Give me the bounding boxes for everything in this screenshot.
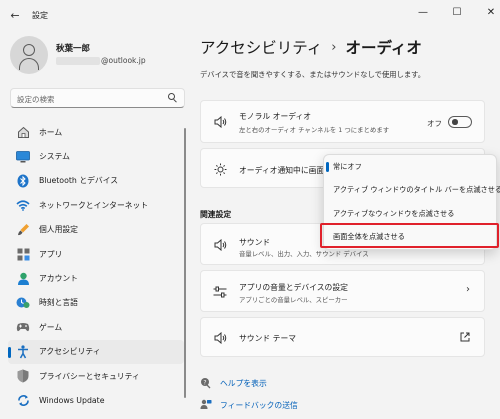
user-profile[interactable]: 秋葉一郎 @outlook.jp <box>10 36 190 76</box>
shield-icon <box>16 369 30 383</box>
open-external-icon <box>460 332 470 344</box>
sidebar-item-label: Bluetooth とデバイス <box>39 176 119 186</box>
search-placeholder: 設定の検索 <box>17 95 55 104</box>
mono-audio-toggle[interactable] <box>448 116 472 128</box>
sidebar-item-home[interactable]: ホーム <box>8 120 184 144</box>
sliders-icon <box>213 285 227 299</box>
sidebar-item-apps[interactable]: アプリ <box>8 242 184 266</box>
sidebar-item-label: ネットワークとインターネット <box>39 200 149 210</box>
sidebar-item-label: 時刻と言語 <box>39 298 78 308</box>
email-redaction <box>56 57 100 65</box>
highlight-annotation <box>320 223 499 248</box>
sidebar-item-privacy[interactable]: プライバシーとセキュリティ <box>8 364 184 388</box>
toggle-state-label: オフ <box>427 119 442 128</box>
sidebar-item-label: プライバシーとセキュリティ <box>39 371 140 381</box>
sound-theme-card[interactable]: サウンド テーマ <box>200 317 485 357</box>
accessibility-icon <box>16 345 30 359</box>
dropdown-option-always-off[interactable]: 常にオフ <box>324 156 498 178</box>
svg-text:?: ? <box>203 379 206 386</box>
page-description: デバイスで音を聞きやすくする、またはサウンドなしで使用します。 <box>200 70 426 79</box>
selected-indicator <box>326 162 329 172</box>
page-title: オーディオ <box>345 39 422 57</box>
back-arrow-icon: ← <box>10 8 20 22</box>
toggle-knob <box>452 119 458 125</box>
app-volume-title: アプリの音量とデバイスの設定 <box>239 283 348 292</box>
feedback-link[interactable]: フィードバックの送信 <box>200 398 320 412</box>
sidebar-item-label: システム <box>39 152 70 162</box>
sidebar-nav: ホーム システム Bluetooth とデバイス ネットワークとインターネット … <box>8 120 184 413</box>
sidebar-item-label: ホーム <box>39 127 63 137</box>
apps-icon <box>16 247 30 261</box>
brightness-icon <box>213 162 227 176</box>
speaker-icon <box>213 331 227 345</box>
flash-screen-title: オーディオ通知中に画面を <box>239 166 333 175</box>
help-icon: ? <box>200 377 212 389</box>
mono-audio-title: モノラル オーディオ <box>239 112 312 121</box>
sound-title: サウンド <box>239 238 271 247</box>
sidebar-item-accessibility[interactable]: アクセシビリティ <box>8 339 184 364</box>
time-language-icon <box>16 296 30 310</box>
windows-update-icon <box>16 393 30 407</box>
sidebar-item-network[interactable]: ネットワークとインターネット <box>8 193 184 217</box>
search-icon <box>168 93 178 103</box>
breadcrumb-parent[interactable]: アクセシビリティ <box>200 36 322 58</box>
breadcrumb-separator: › <box>331 39 337 55</box>
get-help-link[interactable]: ? ヘルプを表示 <box>200 376 320 390</box>
sound-subtitle: 音量レベル、出力、入力、サウンド デバイス <box>239 250 369 258</box>
app-volume-subtitle: アプリごとの音量レベル、スピーカー <box>239 296 348 304</box>
user-name: 秋葉一郎 <box>56 44 91 54</box>
speaker-icon <box>213 115 227 129</box>
dropdown-option-flash-title-bar[interactable]: アクティブ ウィンドウのタイトル バーを点滅させる <box>324 179 500 201</box>
sidebar-item-time-language[interactable]: 時刻と言語 <box>8 291 184 315</box>
related-settings-heading: 関連設定 <box>200 210 232 219</box>
user-email: @outlook.jp <box>101 56 146 65</box>
sidebar-item-bluetooth[interactable]: Bluetooth とデバイス <box>8 169 184 193</box>
bluetooth-icon <box>16 174 30 188</box>
sidebar-item-label: 個人用設定 <box>39 225 78 235</box>
chevron-right-icon: › <box>466 284 470 295</box>
gaming-icon <box>16 320 30 334</box>
active-indicator <box>8 346 11 358</box>
wifi-icon <box>16 198 30 212</box>
app-volume-card[interactable]: アプリの音量とデバイスの設定 アプリごとの音量レベル、スピーカー › <box>200 270 485 312</box>
avatar <box>10 36 48 74</box>
sidebar-scrollbar[interactable] <box>184 128 186 398</box>
sidebar-item-windows-update[interactable]: Windows Update <box>8 388 184 412</box>
sound-theme-title: サウンド テーマ <box>239 334 297 343</box>
dropdown-option-flash-active-window[interactable]: アクティブなウィンドウを点滅させる <box>324 203 498 225</box>
system-icon <box>16 150 30 164</box>
breadcrumb: アクセシビリティ › オーディオ <box>200 36 422 58</box>
account-icon <box>16 272 30 286</box>
sidebar-item-gaming[interactable]: ゲーム <box>8 315 184 339</box>
speaker-icon <box>213 238 227 252</box>
sidebar-item-label: アカウント <box>39 274 78 284</box>
feedback-icon <box>200 399 212 411</box>
sidebar-item-label: アプリ <box>39 249 63 259</box>
search-input[interactable]: 設定の検索 <box>10 88 185 108</box>
mono-audio-subtitle: 左と右のオーディオ チャンネルを 1 つにまとめます <box>239 126 390 134</box>
window-title: 設定 <box>32 11 48 20</box>
sidebar-item-accounts[interactable]: アカウント <box>8 266 184 290</box>
brush-icon <box>16 223 30 237</box>
sidebar-item-system[interactable]: システム <box>8 144 184 168</box>
sidebar-item-label: アクセシビリティ <box>39 347 101 357</box>
back-button[interactable]: ← <box>8 8 22 22</box>
mono-audio-card: モノラル オーディオ 左と右のオーディオ チャンネルを 1 つにまとめます オフ <box>200 100 485 143</box>
sidebar-item-personalization[interactable]: 個人用設定 <box>8 218 184 242</box>
home-icon <box>16 125 30 139</box>
sidebar-item-label: Windows Update <box>39 395 105 405</box>
sidebar-item-label: ゲーム <box>39 322 63 332</box>
